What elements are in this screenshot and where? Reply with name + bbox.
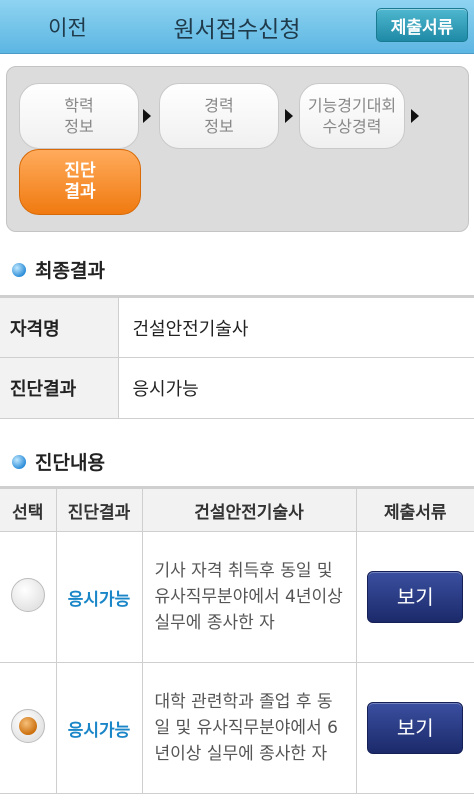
row-result: 응시가능 bbox=[55, 531, 143, 663]
diagnosis-detail-heading-text: 진단내용 bbox=[35, 452, 105, 474]
step-career[interactable]: 경력 정보 bbox=[159, 83, 279, 149]
documents-cell: 보기 bbox=[355, 662, 474, 794]
column-header-select: 선택 bbox=[0, 486, 57, 532]
step-competition-awards[interactable]: 기능경기대회 수상경력 bbox=[299, 83, 405, 149]
row-requirement: 기사 자격 취득후 동일 및 유사직무분야에서 4년이상 실무에 종사한 자 bbox=[141, 531, 357, 663]
page-title: 원서접수신청 bbox=[173, 17, 301, 43]
back-button[interactable]: 이전 bbox=[0, 0, 135, 54]
final-result-heading-text: 최종결과 bbox=[35, 260, 105, 282]
top-header: 이전 원서접수신청 제출서류 bbox=[0, 0, 474, 54]
final-result-heading: 최종결과 bbox=[12, 256, 105, 283]
select-cell bbox=[0, 531, 57, 663]
select-cell bbox=[0, 662, 57, 794]
table-row: 응시가능 기사 자격 취득후 동일 및 유사직무분야에서 4년이상 실무에 종사… bbox=[0, 531, 474, 663]
final-result-table: 자격명 건설안전기술사 진단결과 응시가능 bbox=[0, 295, 474, 419]
step-diagnosis-result[interactable]: 진단 결과 bbox=[19, 149, 141, 215]
radio-button[interactable] bbox=[10, 578, 45, 612]
diagnosis-result-label: 진단결과 bbox=[0, 357, 119, 419]
bullet-icon bbox=[12, 262, 26, 277]
radio-button-selected[interactable] bbox=[10, 709, 45, 743]
step-progress-panel: 학력 정보 경력 정보 기능경기대회 수상경력 진단 결과 bbox=[6, 66, 469, 232]
bullet-icon bbox=[12, 454, 26, 469]
step-arrow-icon bbox=[285, 109, 293, 123]
step-arrow-icon bbox=[143, 109, 151, 123]
step-education[interactable]: 학력 정보 bbox=[19, 83, 139, 149]
table-row: 진단결과 응시가능 bbox=[0, 357, 474, 419]
column-header-qualification: 건설안전기술사 bbox=[141, 486, 357, 532]
column-header-documents: 제출서류 bbox=[355, 486, 474, 532]
table-row: 응시가능 대학 관련학과 졸업 후 동일 및 유사직무분야에서 6년이상 실무에… bbox=[0, 662, 474, 794]
submit-documents-button[interactable]: 제출서류 bbox=[376, 8, 468, 42]
row-requirement: 대학 관련학과 졸업 후 동일 및 유사직무분야에서 6년이상 실무에 종사한 … bbox=[141, 662, 357, 794]
diagnosis-detail-table: 선택 진단결과 건설안전기술사 제출서류 응시가능 기사 자격 취득후 동일 및… bbox=[0, 486, 474, 794]
diagnosis-result-value: 응시가능 bbox=[118, 357, 474, 419]
step-arrow-icon bbox=[411, 109, 419, 123]
qualification-label: 자격명 bbox=[0, 295, 119, 358]
diagnosis-detail-heading: 진단내용 bbox=[12, 448, 105, 475]
table-row: 자격명 건설안전기술사 bbox=[0, 295, 474, 358]
column-header-result: 진단결과 bbox=[55, 486, 143, 532]
view-button[interactable]: 보기 bbox=[367, 571, 464, 623]
table-header-row: 선택 진단결과 건설안전기술사 제출서류 bbox=[0, 486, 474, 532]
qualification-value: 건설안전기술사 bbox=[118, 295, 474, 358]
documents-cell: 보기 bbox=[355, 531, 474, 663]
view-button[interactable]: 보기 bbox=[367, 702, 464, 754]
row-result: 응시가능 bbox=[55, 662, 143, 794]
